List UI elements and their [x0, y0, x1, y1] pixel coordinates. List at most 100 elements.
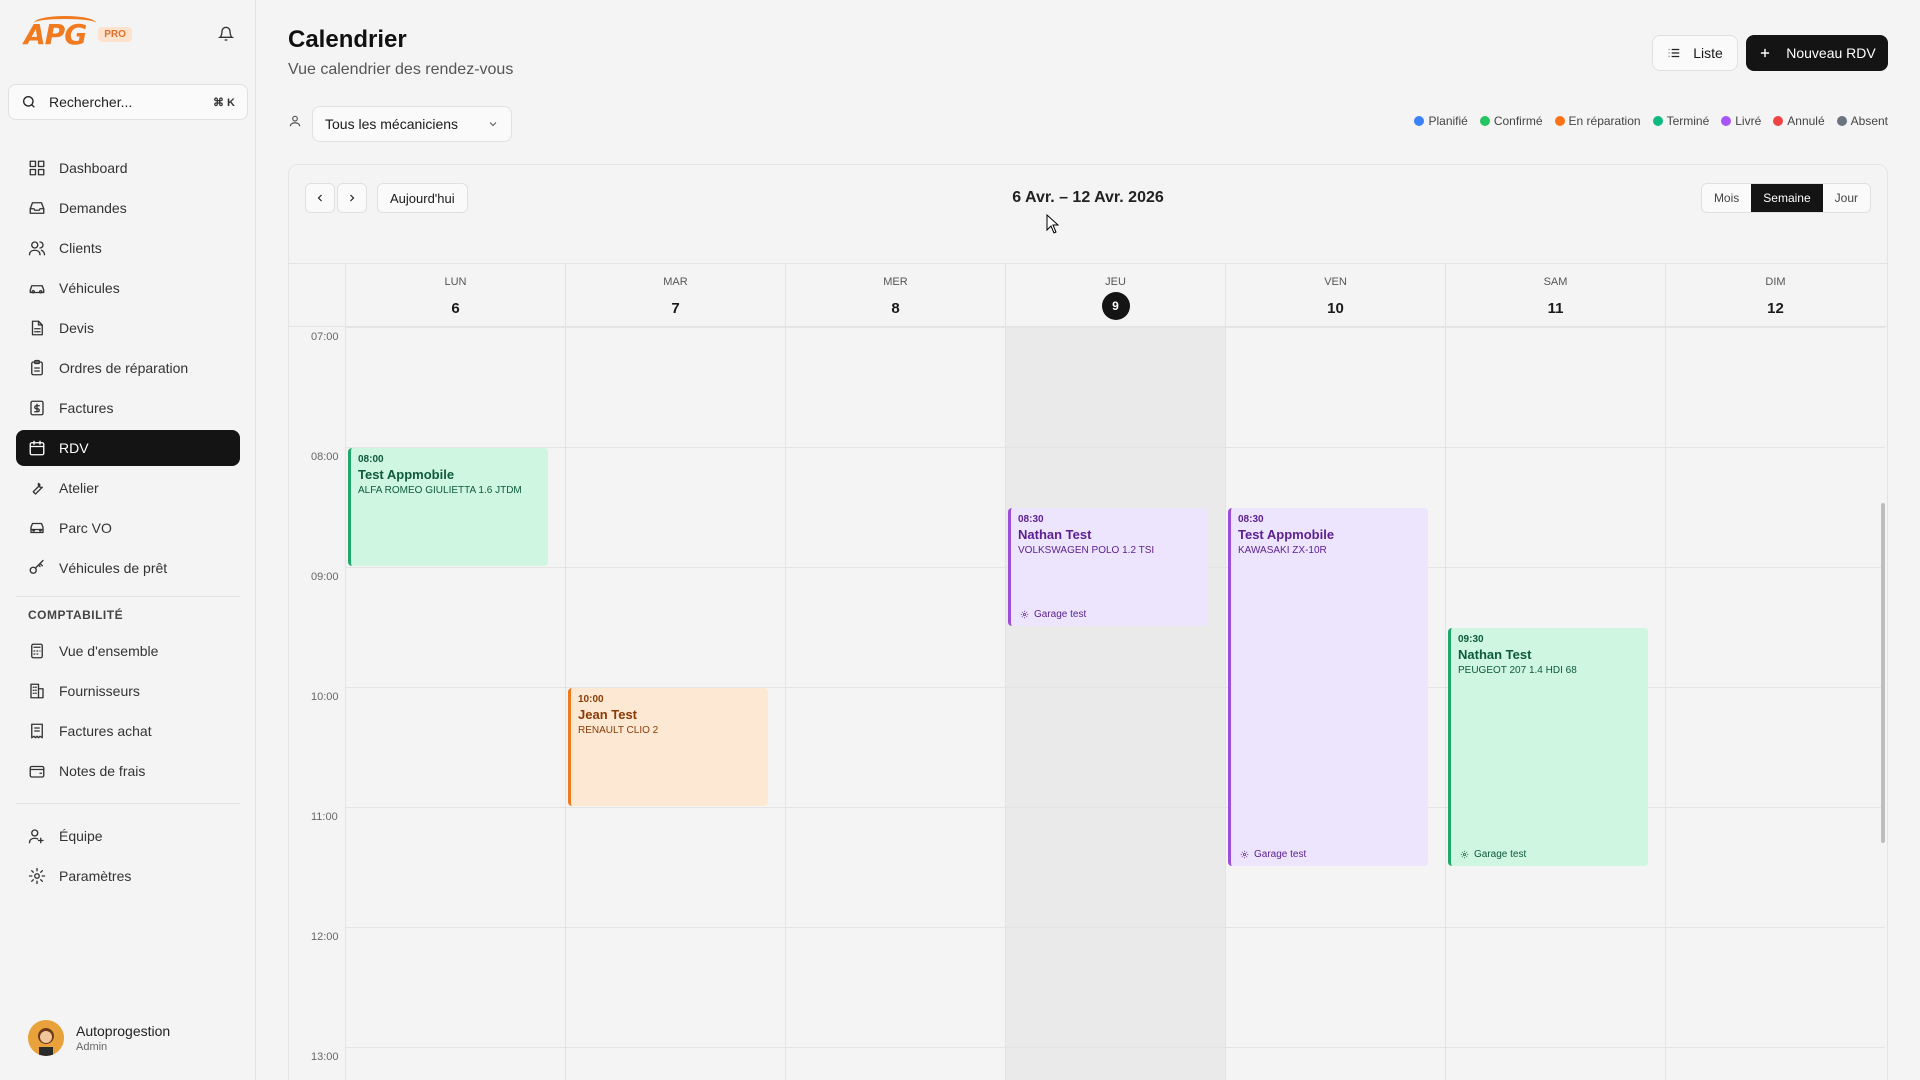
legend-item-termine: Terminé	[1652, 114, 1709, 128]
day-name: LUN	[444, 276, 467, 288]
building-icon	[28, 682, 46, 700]
status-legend: Planifié Confirmé En réparation Terminé Livr…	[1414, 114, 1888, 128]
day-column[interactable]	[785, 327, 1005, 1080]
sidebar-divider	[16, 596, 240, 597]
event-vehicle: Renault Clio 2	[578, 725, 659, 736]
sidebar-item-label: Atelier	[59, 480, 99, 496]
date-range: 6 Avr. – 12 Avr. 2026	[1012, 189, 1164, 206]
legend-label: Livré	[1735, 114, 1762, 128]
appointment-event[interactable]: 08:00 Test Appmobile ALFA ROMEO GIULIETTA …	[348, 448, 548, 566]
appointment-event[interactable]: 10:00 Jean Test Renault Clio 2	[568, 688, 768, 806]
inbox-icon	[28, 199, 46, 217]
mechanic-select[interactable]: Tous les mécaniciens	[312, 106, 512, 142]
sidebar-section-title: COMPTABILITÉ	[28, 608, 124, 622]
sidebar-item-vue-d-ensemble[interactable]: Vue d'ensemble	[16, 633, 240, 669]
day-header-mer[interactable]: MER 8	[785, 264, 1005, 328]
day-number: 9	[1101, 292, 1130, 320]
legend-label: Annulé	[1787, 114, 1825, 128]
sidebar-item-label: Équipe	[59, 828, 103, 844]
garage-icon	[1020, 610, 1029, 619]
day-header-jeu[interactable]: JEU 9	[1005, 264, 1225, 328]
sidebar-item-label: Factures	[59, 400, 114, 416]
day-name: DIM	[1765, 276, 1786, 288]
day-column[interactable]	[1665, 327, 1885, 1080]
event-vehicle: Kawasaki ZX-10R	[1238, 545, 1327, 556]
sidebar-item-label: Devis	[59, 320, 95, 336]
event-time: 10:00	[578, 694, 604, 705]
app-logo[interactable]: APG	[24, 15, 96, 51]
legend-dot	[1652, 116, 1663, 126]
sidebar-item-clients[interactable]: Clients	[16, 230, 240, 266]
day-header-mar[interactable]: MAR 7	[565, 264, 785, 328]
search-input[interactable]: Rechercher... ⌘ K	[8, 84, 248, 120]
appointment-event[interactable]: 09:30 Nathan Test PEUGEOT 207 1.4 HDI 68 Ga…	[1448, 628, 1648, 866]
sidebar-item-vehicules-de-pret[interactable]: Véhicules de prêt	[16, 550, 240, 586]
bell-icon[interactable]	[218, 26, 234, 42]
legend-label: Confirmé	[1493, 114, 1543, 128]
sidebar-item-fournisseurs[interactable]: Fournisseurs	[16, 673, 240, 709]
calendar-grid: 07:00 08:00 09:00 10:00 11:00 12:00 13:00 08:00…	[289, 327, 1887, 1080]
main-content: Calendrier Vue calendrier des rendez-vou…	[256, 0, 1920, 1080]
day-header-lun[interactable]: LUN 6	[345, 264, 565, 328]
new-appointment-button[interactable]: Nouveau RDV	[1746, 35, 1888, 71]
day-number: 12	[1767, 299, 1784, 317]
day-header-sam[interactable]: SAM 11	[1445, 264, 1665, 328]
chevron-down-icon	[487, 118, 499, 130]
view-mois-button[interactable]: Mois	[1702, 184, 1751, 212]
sidebar-item-devis[interactable]: Devis	[16, 310, 240, 346]
sidebar-item-dashboard[interactable]: Dashboard	[16, 150, 240, 186]
day-number: 7	[671, 299, 680, 317]
appointment-event[interactable]: 08:30 Test Appmobile Kawasaki ZX-10R Garage…	[1228, 508, 1428, 866]
sidebar-item-label: Vue d'ensemble	[59, 643, 159, 659]
sidebar-divider	[16, 803, 240, 804]
receipt-icon	[28, 722, 46, 740]
sidebar: APG PRO Rechercher... ⌘ K Dashboard Deman…	[0, 0, 256, 1080]
avatar	[28, 1020, 64, 1056]
sidebar-item-label: RDV	[59, 440, 89, 456]
event-garage-label: Garage test	[1034, 609, 1087, 620]
invoice-icon	[28, 399, 46, 417]
sidebar-item-demandes[interactable]: Demandes	[16, 190, 240, 226]
sidebar-item-ordres-de-reparation[interactable]: Ordres de réparation	[16, 350, 240, 386]
day-column[interactable]	[1005, 327, 1225, 1080]
day-header-ven[interactable]: VEN 10	[1225, 264, 1445, 328]
sidebar-item-vehicules[interactable]: Véhicules	[16, 270, 240, 306]
scrollbar[interactable]	[1881, 503, 1885, 843]
calendar-day-headers: LUN 6 MAR 7 MER 8 JEU 9 VEN 10 SAM 11 DIM 12	[289, 263, 1887, 328]
appointment-event[interactable]: 08:30 Nathan Test VOLKSWAGEN POLO 1.2 TSI G…	[1008, 508, 1208, 626]
user-profile[interactable]: Autoprogestion Admin	[28, 1020, 170, 1056]
sidebar-item-equipe[interactable]: Équipe	[16, 818, 240, 854]
event-garage-label: Garage test	[1254, 849, 1307, 860]
sidebar-item-atelier[interactable]: Atelier	[16, 470, 240, 506]
sidebar-item-parametres[interactable]: Paramètres	[16, 858, 240, 894]
sidebar-item-factures-achat[interactable]: Factures achat	[16, 713, 240, 749]
view-jour-button[interactable]: Jour	[1823, 184, 1870, 212]
sidebar-item-parc-vo[interactable]: Parc VO	[16, 510, 240, 546]
legend-item-livre: Livré	[1721, 114, 1761, 128]
event-time: 09:30	[1458, 634, 1484, 645]
mechanic-select-value: Tous les mécaniciens	[325, 116, 459, 132]
sidebar-item-factures[interactable]: Factures	[16, 390, 240, 426]
car-front-icon	[28, 519, 46, 537]
main-nav: Dashboard Demandes Clients Véhicules Devis Or…	[16, 150, 240, 898]
page-subtitle: Vue calendrier des rendez-vous	[288, 61, 514, 78]
event-client: Nathan Test	[1018, 527, 1092, 542]
day-header-dim[interactable]: DIM 12	[1665, 264, 1885, 328]
day-name: JEU	[1105, 276, 1126, 288]
event-vehicle: ALFA ROMEO GIULIETTA 1.6 JTDM	[358, 485, 522, 496]
hour-gridline	[345, 447, 1885, 448]
event-vehicle: PEUGEOT 207 1.4 HDI 68	[1458, 665, 1577, 676]
search-icon	[21, 94, 37, 110]
calendar-icon	[28, 439, 46, 457]
sidebar-item-rdv[interactable]: RDV	[16, 430, 240, 466]
view-semaine-button[interactable]: Semaine	[1751, 184, 1823, 212]
list-view-button[interactable]: Liste	[1652, 35, 1738, 71]
day-number: 8	[891, 299, 900, 317]
event-time: 08:00	[358, 454, 384, 465]
sidebar-item-notes-de-frais[interactable]: Notes de frais	[16, 753, 240, 789]
new-appointment-label: Nouveau RDV	[1786, 45, 1876, 61]
legend-item-en-reparation: En réparation	[1554, 114, 1641, 128]
day-column[interactable]	[345, 327, 565, 1080]
time-label: 10:00	[311, 691, 339, 703]
sidebar-item-label: Parc VO	[59, 520, 112, 536]
